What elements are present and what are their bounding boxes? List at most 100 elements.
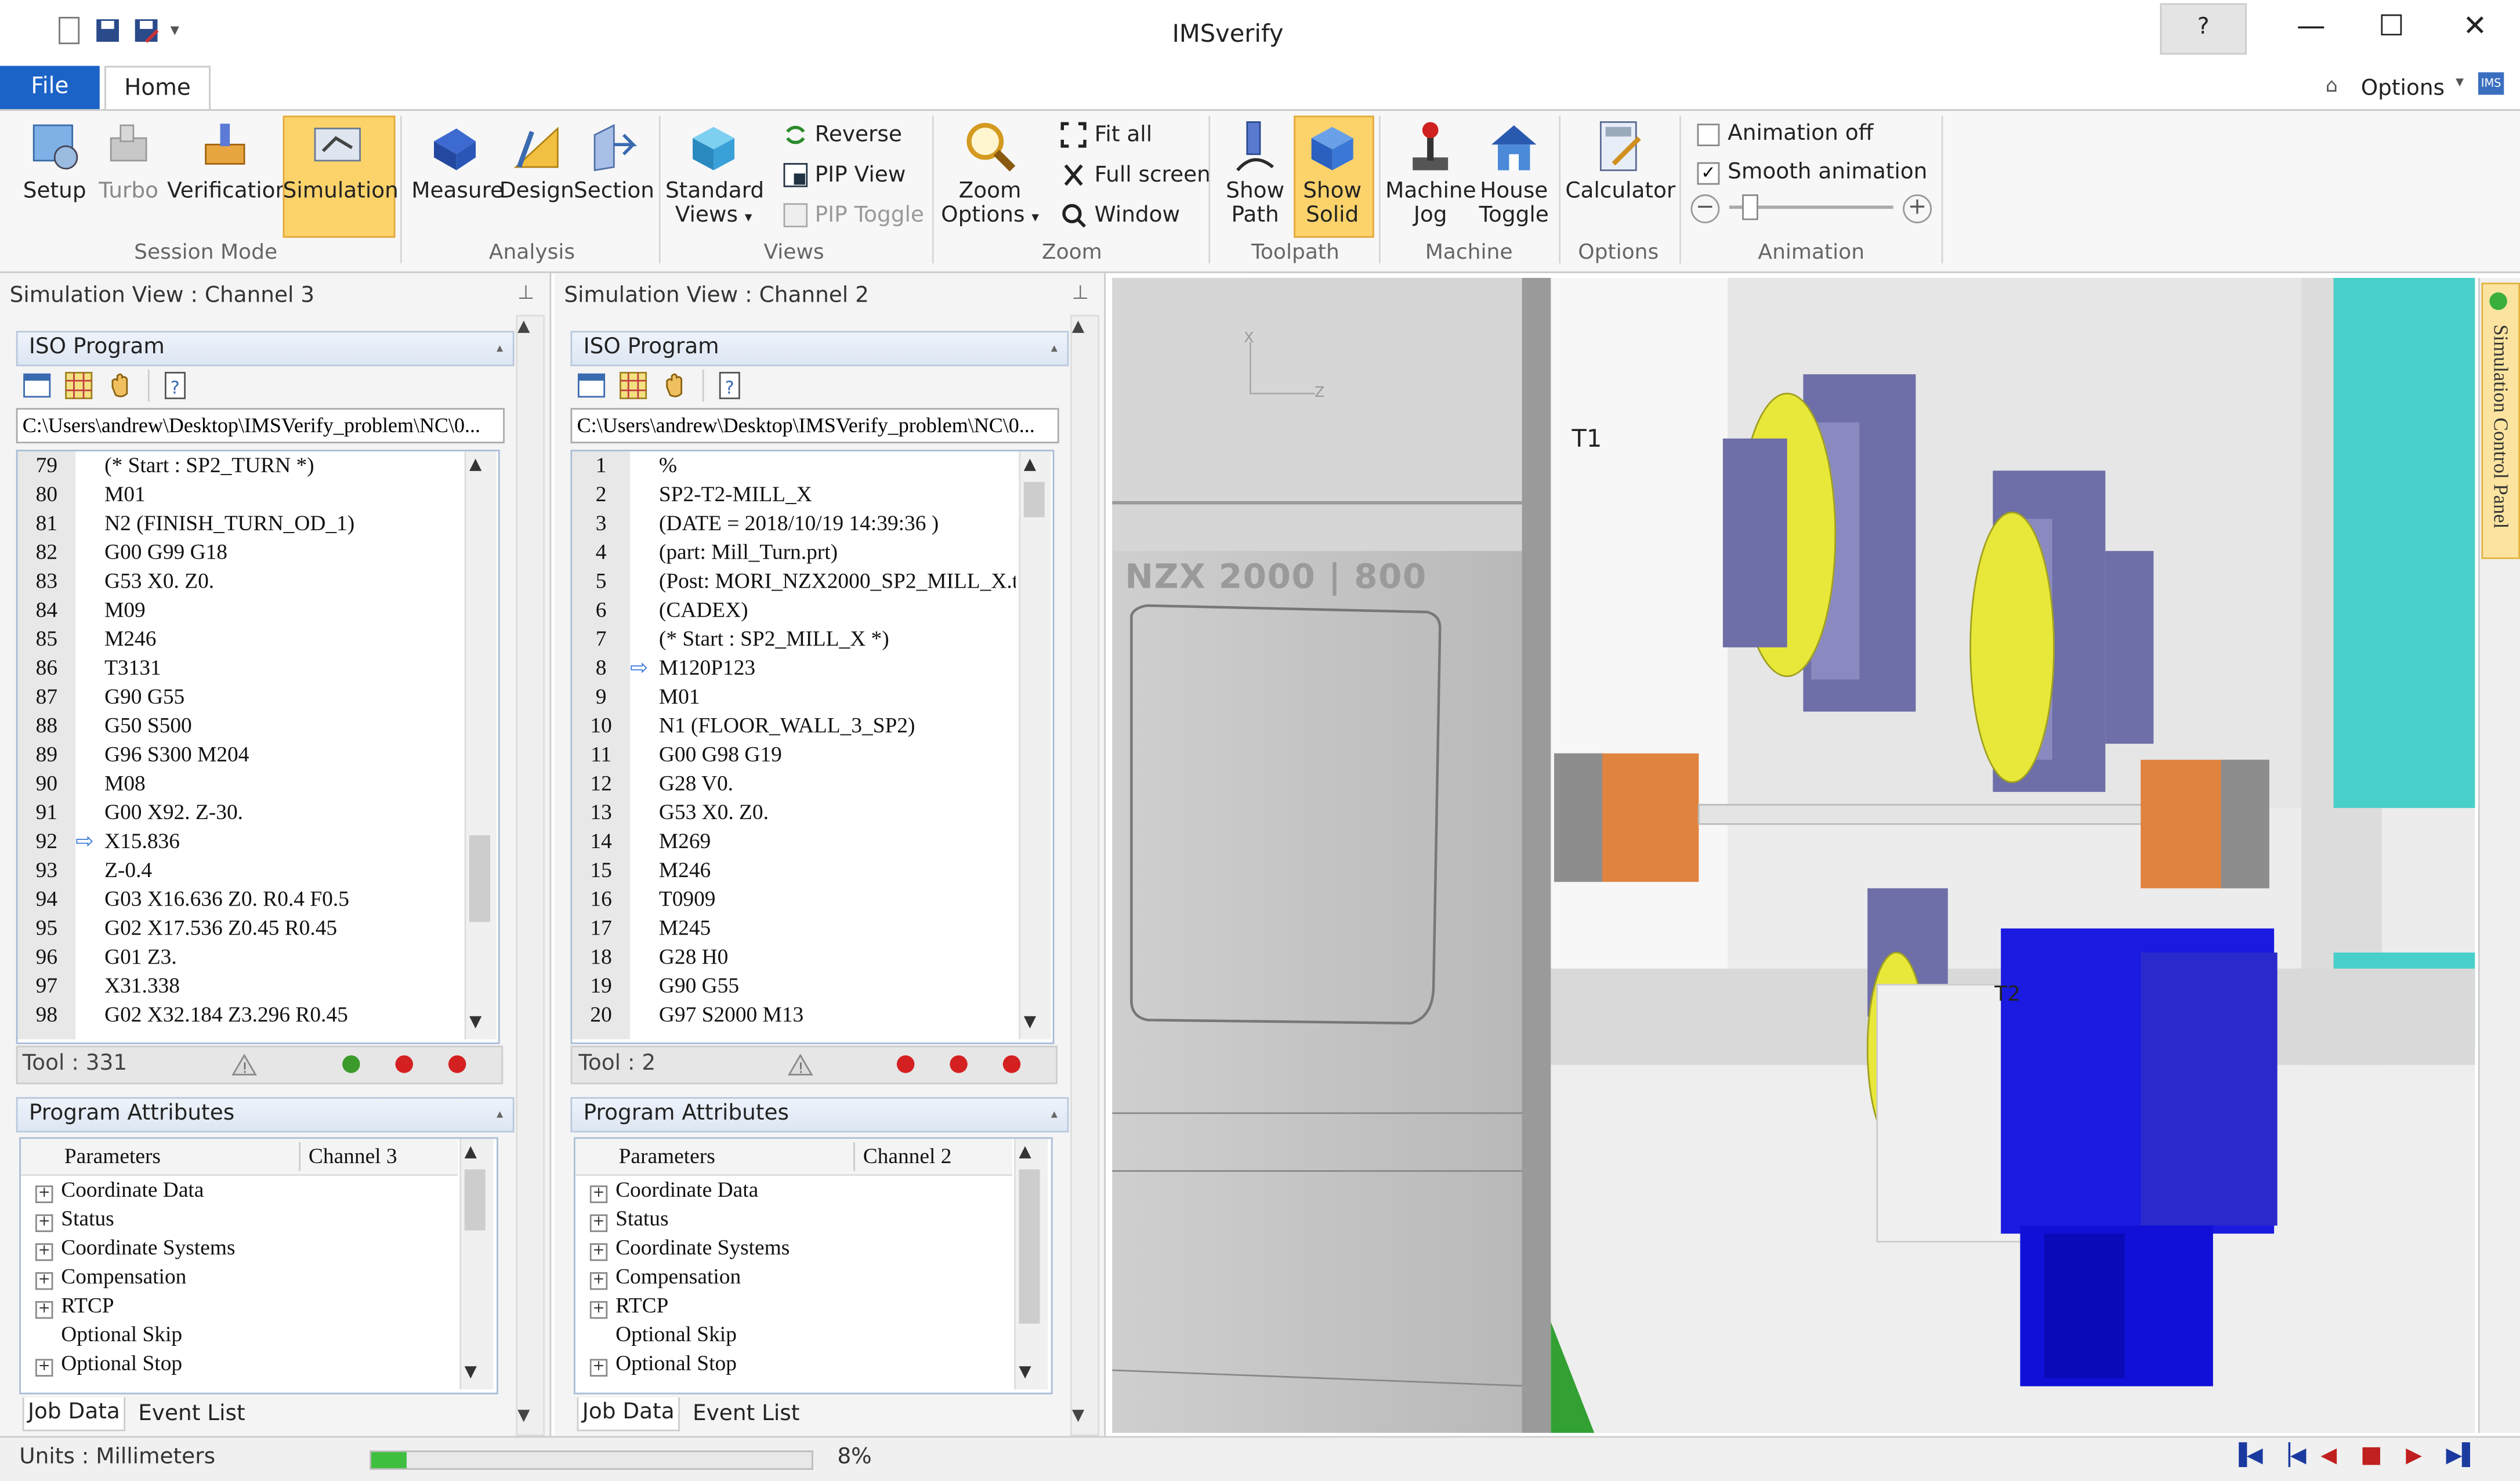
tree-item[interactable]: Optional Skip: [590, 1320, 1011, 1349]
options-dropdown-icon[interactable]: ▾: [2456, 74, 2464, 91]
scroll-up-icon[interactable]: ▲: [469, 456, 481, 473]
expand-icon[interactable]: +: [35, 1185, 53, 1203]
smooth-animation-checkbox[interactable]: ✓: [1697, 162, 1720, 185]
tree-item[interactable]: + Optional Stop: [35, 1349, 457, 1378]
tree-item[interactable]: + Coordinate Systems: [589, 1234, 1011, 1263]
code-line[interactable]: 17 M245: [572, 914, 1016, 943]
options-menu[interactable]: Options: [2361, 75, 2445, 101]
channel3-attr-header[interactable]: Program Attributes ▴: [16, 1097, 515, 1133]
code-line[interactable]: 8 ⇨ M120P123: [572, 654, 1016, 683]
step-back-button[interactable]: ▕◀: [2274, 1444, 2306, 1468]
program-grid-icon[interactable]: [619, 371, 648, 400]
channel2-iso-header[interactable]: ISO Program ▴: [570, 331, 1069, 367]
channel2-code-scroll-thumb[interactable]: [1023, 481, 1045, 517]
channel2-pin-icon[interactable]: ⊥: [1072, 281, 1089, 304]
show-path-button[interactable]: Show Path: [1218, 119, 1292, 228]
scroll-down-icon[interactable]: ▼: [469, 1013, 481, 1031]
animation-off-checkbox[interactable]: [1697, 124, 1720, 146]
expand-icon[interactable]: +: [35, 1359, 53, 1377]
turbo-button[interactable]: Turbo: [93, 119, 164, 204]
pip-view-button[interactable]: PIP View: [815, 162, 906, 188]
simulation-viewport[interactable]: [1112, 278, 2475, 1433]
channel2-path-field[interactable]: C:\Users\andrew\Desktop\IMSVerify_proble…: [570, 408, 1059, 444]
code-line[interactable]: 6 (CADEX): [572, 596, 1016, 625]
scroll-down-icon[interactable]: ▼: [1024, 1013, 1036, 1031]
tree-item[interactable]: Optional Skip: [35, 1320, 457, 1349]
channel2-attr-scroll-thumb[interactable]: [1019, 1169, 1040, 1324]
code-line[interactable]: 4 (part: Mill_Turn.prt): [572, 538, 1016, 567]
expand-icon[interactable]: +: [589, 1301, 608, 1319]
channel3-iso-header[interactable]: ISO Program ▴: [16, 331, 515, 367]
code-line[interactable]: 91 G00 X92. Z-30.: [17, 798, 461, 827]
code-line[interactable]: 88 G50 S500: [17, 712, 461, 741]
channel3-outer-scrollbar[interactable]: [516, 314, 545, 1436]
channel3-iso-collapse-icon[interactable]: ▴: [497, 332, 503, 363]
simulation-button[interactable]: Simulation: [283, 119, 399, 204]
pan-hand-icon[interactable]: [106, 371, 135, 400]
tree-item[interactable]: + Optional Stop: [589, 1349, 1011, 1378]
code-line[interactable]: 94 G03 X16.636 Z0. R0.4 F0.5: [17, 885, 461, 914]
zoom-in-button[interactable]: +: [1903, 194, 1932, 223]
setup-button[interactable]: Setup: [13, 119, 96, 204]
expand-icon[interactable]: +: [589, 1243, 608, 1261]
code-line[interactable]: 5 (Post: MORI_NZX2000_SP2_MILL_X.tcl: [572, 567, 1016, 596]
code-line[interactable]: 90 M08: [17, 769, 461, 798]
tree-item[interactable]: + Coordinate Data: [35, 1176, 457, 1205]
scroll-up-icon[interactable]: ▲: [465, 1144, 477, 1161]
collapse-ribbon-icon[interactable]: ⌂: [2326, 74, 2338, 96]
code-line[interactable]: 13 G53 X0. Z0.: [572, 798, 1016, 827]
code-line[interactable]: 15 M246: [572, 856, 1016, 885]
code-line[interactable]: 16 T0909: [572, 885, 1016, 914]
code-line[interactable]: 93 Z-0.4: [17, 856, 461, 885]
tree-item[interactable]: + Compensation: [35, 1262, 457, 1291]
minimize-button[interactable]: —: [2271, 0, 2352, 58]
code-line[interactable]: 12 G28 V0.: [572, 769, 1016, 798]
code-line[interactable]: 82 G00 G99 G18: [17, 538, 461, 567]
play-reverse-button[interactable]: ◀: [2320, 1444, 2337, 1468]
house-toggle-button[interactable]: House Toggle: [1475, 119, 1552, 228]
play-button[interactable]: ▶: [2406, 1444, 2422, 1468]
expand-icon[interactable]: +: [589, 1185, 608, 1203]
tree-item[interactable]: + Status: [35, 1205, 457, 1234]
channel3-pin-icon[interactable]: ⊥: [517, 281, 534, 304]
expand-icon[interactable]: +: [35, 1272, 53, 1290]
code-line[interactable]: 7 (* Start : SP2_MILL_X *): [572, 625, 1016, 654]
channel2-iso-collapse-icon[interactable]: ▴: [1051, 332, 1058, 363]
code-line[interactable]: 97 X31.338: [17, 972, 461, 1001]
tree-item[interactable]: + Coordinate Data: [589, 1176, 1011, 1205]
channel3-tab-job-data[interactable]: Job Data: [22, 1397, 126, 1432]
code-line[interactable]: 2 SP2-T2-MILL_X: [572, 480, 1016, 509]
tree-item[interactable]: + Compensation: [589, 1262, 1011, 1291]
code-line[interactable]: 18 G28 H0: [572, 943, 1016, 972]
code-line[interactable]: 84 M09: [17, 596, 461, 625]
channel2-tab-job-data[interactable]: Job Data: [577, 1397, 680, 1432]
animation-speed-slider[interactable]: [1742, 194, 1758, 220]
show-solid-button[interactable]: Show Solid: [1294, 119, 1371, 228]
expand-icon[interactable]: +: [589, 1214, 608, 1232]
code-line[interactable]: 83 G53 X0. Z0.: [17, 567, 461, 596]
pan-hand-icon[interactable]: [661, 371, 690, 400]
code-line[interactable]: 1%: [572, 451, 1016, 480]
stop-button[interactable]: [2362, 1447, 2380, 1465]
code-line[interactable]: 87 G90 G55: [17, 683, 461, 712]
zoom-out-button[interactable]: −: [1690, 194, 1720, 223]
close-button[interactable]: ✕: [2435, 0, 2515, 58]
pip-toggle-button[interactable]: PIP Toggle: [815, 202, 924, 228]
channel2-outer-scroll-down[interactable]: ▼: [1072, 1407, 1084, 1425]
maximize-button[interactable]: ☐: [2351, 0, 2432, 58]
channel3-path-field[interactable]: C:\Users\andrew\Desktop\IMSVerify_proble…: [16, 408, 505, 444]
channel2-code-scrollbar[interactable]: [1019, 451, 1051, 1040]
tree-item[interactable]: + Coordinate Systems: [35, 1234, 457, 1263]
program-view-icon[interactable]: [23, 371, 52, 400]
full-screen-button[interactable]: Full screen: [1095, 162, 1211, 188]
code-line[interactable]: 20 G97 S2000 M13: [572, 1001, 1016, 1030]
code-line[interactable]: 79 (* Start : SP2_TURN *): [17, 451, 461, 480]
help-button[interactable]: ?: [2160, 3, 2247, 55]
zoom-window-button[interactable]: Window: [1095, 202, 1180, 228]
channel2-attr-collapse-icon[interactable]: ▴: [1051, 1099, 1058, 1129]
zoom-options-button[interactable]: Zoom Options ▾: [940, 119, 1040, 231]
program-view-icon[interactable]: [577, 371, 606, 400]
section-button[interactable]: Section: [574, 119, 654, 204]
machine-jog-button[interactable]: Machine Jog: [1385, 119, 1476, 228]
channel3-attr-scroll-thumb[interactable]: [464, 1169, 486, 1231]
